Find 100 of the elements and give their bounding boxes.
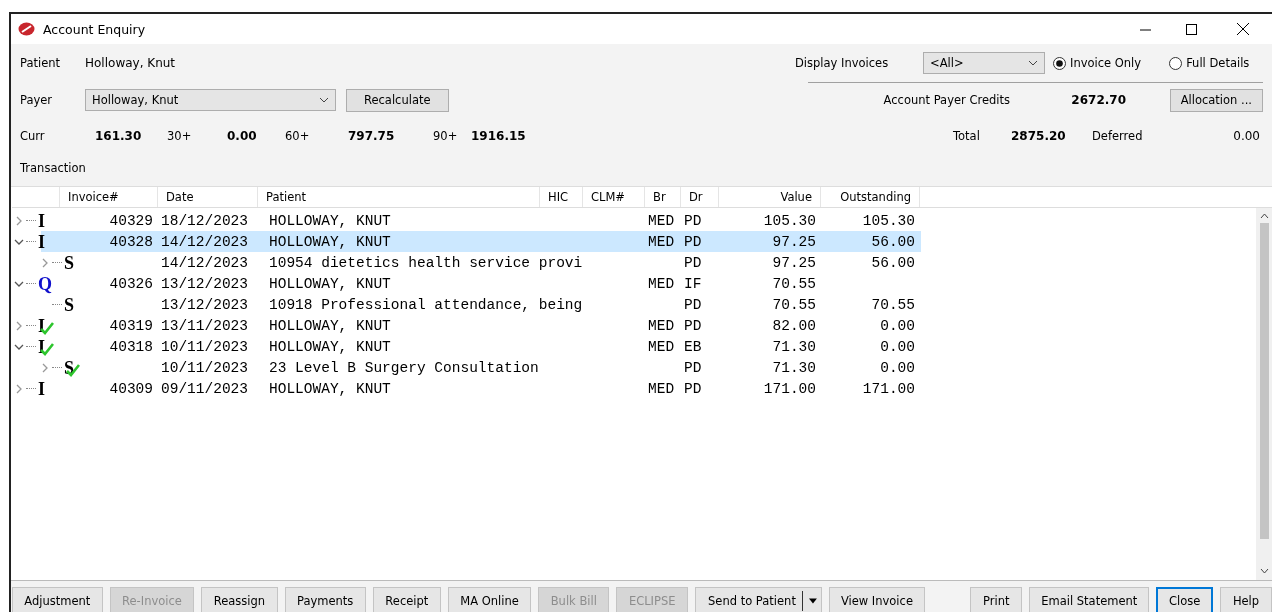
- field-label: Display Invoices: [795, 56, 890, 70]
- scroll-up-icon[interactable]: [1259, 213, 1269, 219]
- table-cell-text: 97.25: [771, 253, 817, 273]
- app-logo-icon: [18, 22, 35, 36]
- field-label: Deferred: [1092, 129, 1144, 143]
- table-cell-text: MED: [647, 274, 676, 294]
- field-label: Total: [953, 129, 981, 143]
- ageing-value: 1916.15: [471, 129, 527, 143]
- table-cell-text: 105.30: [861, 211, 916, 231]
- column-header[interactable]: CLM#: [583, 187, 645, 207]
- action-button[interactable]: Email Statement: [1029, 587, 1150, 612]
- table-cell-text: HOLLOWAY, KNUT: [268, 232, 392, 252]
- table-cell-text: 13/12/2023: [160, 295, 249, 315]
- chevron-right-icon[interactable]: [14, 215, 24, 226]
- action-button[interactable]: Payments: [284, 587, 366, 612]
- dropdown-arrow-icon[interactable]: [808, 597, 817, 604]
- table-cell-text: PD: [683, 358, 703, 378]
- table-cell-text: 171.00: [861, 379, 916, 399]
- field-label: Patient: [20, 56, 62, 70]
- column-header[interactable]: Dr: [681, 187, 719, 207]
- action-button[interactable]: Receipt: [372, 587, 441, 612]
- chevron-right-icon[interactable]: [40, 257, 50, 268]
- action-button[interactable]: Print: [970, 587, 1023, 612]
- action-button[interactable]: Send to Patient: [695, 587, 822, 612]
- table-cell-text: 70.55: [771, 274, 817, 294]
- entry-type-glyph: S: [64, 295, 74, 314]
- ageing-value: 161.30: [95, 129, 143, 143]
- table-cell-text: HOLLOWAY, KNUT: [268, 337, 392, 357]
- total-value: 2875.20: [1011, 129, 1067, 143]
- table-cell-text: 40329: [108, 211, 154, 231]
- invoice-filter-dropdown[interactable]: <All>: [923, 52, 1045, 74]
- table-cell-text: 13/12/2023: [160, 274, 249, 294]
- table-cell-text: HOLLOWAY, KNUT: [268, 379, 392, 399]
- table-cell-text: MED: [647, 211, 676, 231]
- recalculate-button[interactable]: Recalculate: [346, 88, 449, 112]
- radio-option[interactable]: Full Details: [1169, 56, 1250, 70]
- column-header[interactable]: Value: [719, 187, 821, 207]
- scroll-down-icon[interactable]: [1259, 568, 1269, 574]
- table-cell-text: 40318: [108, 337, 154, 357]
- action-button[interactable]: Close: [1156, 587, 1213, 612]
- table-cell-text: 171.00: [762, 379, 817, 399]
- table-cell-text: 14/12/2023: [160, 232, 249, 252]
- chevron-right-icon[interactable]: [14, 320, 24, 331]
- ageing-label: Curr: [20, 129, 46, 143]
- table-cell-text: 40326: [108, 274, 154, 294]
- column-header[interactable]: HIC: [540, 187, 583, 207]
- table-cell-text: 10918 Professional attendance, being: [268, 295, 584, 315]
- credits-value: 2672.70: [1070, 93, 1126, 107]
- table-cell-text: MED: [647, 379, 676, 399]
- table-cell-text: 0.00: [879, 337, 916, 357]
- column-header[interactable]: Invoice#: [60, 187, 158, 207]
- table-cell-text: 18/12/2023: [160, 211, 249, 231]
- table-cell-text: PD: [683, 379, 703, 399]
- table-cell-text: 70.55: [870, 295, 916, 315]
- action-button[interactable]: View Invoice: [828, 587, 926, 612]
- deferred-value: 0.00: [1232, 129, 1260, 143]
- patient-name: Holloway, Knut: [85, 56, 176, 70]
- radio-option[interactable]: Invoice Only: [1053, 56, 1142, 70]
- table-cell-text: IF: [683, 274, 703, 294]
- payer-dropdown[interactable]: Holloway, Knut: [85, 89, 336, 111]
- ageing-value: 0.00: [227, 129, 258, 143]
- table-cell-text: 97.25: [771, 232, 817, 252]
- table-cell-text: MED: [647, 316, 676, 336]
- action-button[interactable]: MA Online: [447, 587, 532, 612]
- ageing-value: 797.75: [348, 129, 396, 143]
- action-button[interactable]: Adjustment: [12, 587, 103, 612]
- table-cell-text: 40328: [108, 232, 154, 252]
- chevron-right-icon[interactable]: [40, 362, 50, 373]
- table-cell-text: 10/11/2023: [160, 337, 249, 357]
- maximize-icon: [1185, 23, 1197, 35]
- table-cell-text: HOLLOWAY, KNUT: [268, 274, 392, 294]
- table-cell-text: 14/12/2023: [160, 253, 249, 273]
- table-cell-text: PD: [683, 211, 703, 231]
- action-button[interactable]: Reassign: [201, 587, 278, 612]
- entry-type-glyph: I: [38, 232, 45, 251]
- column-header[interactable]: Br: [645, 187, 681, 207]
- entry-type-glyph: I: [38, 379, 45, 398]
- scrollbar[interactable]: [1256, 208, 1272, 580]
- ageing-label: 30+: [167, 129, 193, 143]
- column-header[interactable]: Patient: [258, 187, 540, 207]
- table-cell-text: 0.00: [879, 316, 916, 336]
- table-cell-text: 105.30: [762, 211, 817, 231]
- table-cell-text: 56.00: [870, 253, 916, 273]
- table-cell-text: PD: [683, 253, 703, 273]
- column-header[interactable]: Date: [158, 187, 258, 207]
- entry-type-glyph: Q: [38, 274, 52, 293]
- table-cell-text: PD: [683, 316, 703, 336]
- table-cell-text: PD: [683, 295, 703, 315]
- field-label: Account Payer Credits: [882, 93, 1010, 107]
- column-header[interactable]: Outstanding: [821, 187, 920, 207]
- table-cell-text: 13/11/2023: [160, 316, 249, 336]
- ageing-label: 90+: [433, 129, 459, 143]
- ageing-label: 60+: [285, 129, 311, 143]
- scrollbar-thumb[interactable]: [1259, 223, 1269, 539]
- allocation-button[interactable]: Allocation ...: [1169, 88, 1263, 112]
- table-cell-text: 10/11/2023: [160, 358, 249, 378]
- chevron-right-icon[interactable]: [14, 383, 24, 394]
- table-cell-text: 82.00: [771, 316, 817, 336]
- close-icon: [1237, 23, 1249, 35]
- action-button[interactable]: Help: [1220, 587, 1272, 612]
